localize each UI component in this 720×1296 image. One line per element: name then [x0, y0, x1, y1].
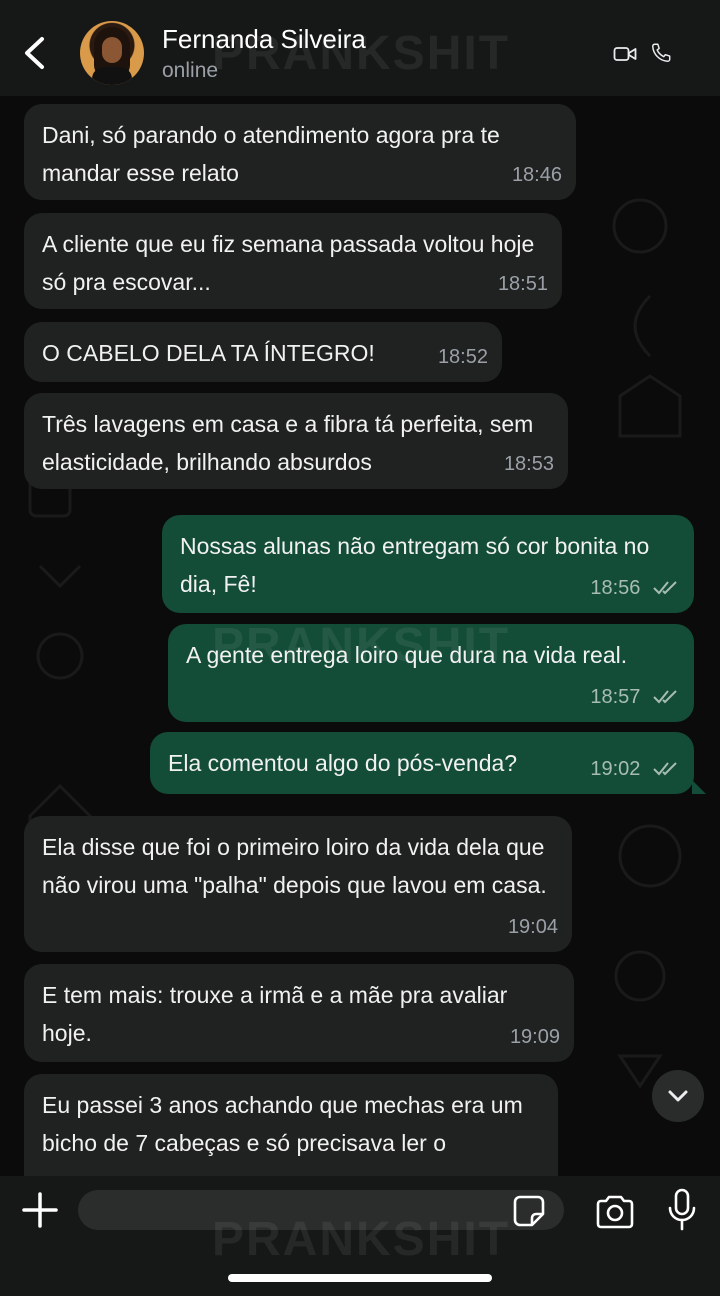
bubble-tail	[692, 780, 706, 794]
message-time: 18:56	[590, 577, 641, 599]
message-bubble-incoming[interactable]: O CABELO DELA TA ÍNTEGRO! 18:52	[24, 322, 502, 382]
avatar[interactable]	[80, 21, 144, 85]
message-text: O CABELO DELA TA ÍNTEGRO!	[42, 340, 375, 366]
message-text: Eu passei 3 anos achando que mechas era …	[42, 1092, 523, 1156]
message-text: A gente entrega loiro que dura na vida r…	[186, 642, 628, 668]
video-call-icon[interactable]	[613, 45, 637, 63]
double-check-icon	[653, 690, 677, 704]
message-time: 18:52	[437, 346, 488, 368]
message-time: 19:04	[507, 916, 558, 938]
message-bubble-incoming[interactable]: Ela disse que foi o primeiro loiro da vi…	[24, 816, 572, 952]
phone-icon[interactable]	[650, 42, 672, 64]
message-text: Ela disse que foi o primeiro loiro da vi…	[42, 834, 547, 898]
contact-status: online	[162, 59, 219, 82]
message-bubble-incoming[interactable]: Três lavagens em casa e a fibra tá perfe…	[24, 393, 568, 489]
message-time: 18:57	[590, 686, 641, 708]
message-time: 19:02	[590, 758, 641, 780]
double-check-icon	[653, 762, 677, 776]
message-text: E tem mais: trouxe a irmã e a mãe pra av…	[42, 982, 508, 1046]
contact-name[interactable]: Fernanda Silveira	[162, 24, 366, 55]
message-time: 19:09	[509, 1026, 560, 1048]
message-bubble-incoming[interactable]: Eu passei 3 anos achando que mechas era …	[24, 1074, 558, 1176]
plus-icon[interactable]	[22, 1192, 58, 1228]
message-time: 18:51	[497, 273, 548, 295]
message-text: Dani, só parando o atendimento agora pra…	[42, 122, 500, 186]
message-bubble-outgoing[interactable]: Nossas alunas não entregam só cor bonita…	[162, 515, 694, 613]
message-text: Três lavagens em casa e a fibra tá perfe…	[42, 411, 534, 475]
camera-icon[interactable]	[594, 1194, 636, 1230]
message-time-status: 18:57	[590, 678, 680, 716]
message-list[interactable]: Dani, só parando o atendimento agora pra…	[0, 96, 720, 1176]
chevron-down-icon	[668, 1090, 688, 1102]
message-text: A cliente que eu fiz semana passada volt…	[42, 231, 535, 295]
home-indicator[interactable]	[228, 1274, 492, 1282]
message-time: 18:53	[503, 453, 554, 475]
scroll-to-bottom-button[interactable]	[652, 1070, 704, 1122]
message-bubble-outgoing[interactable]: Ela comentou algo do pós-venda? 19:02	[150, 732, 706, 794]
message-bubble-incoming[interactable]: Dani, só parando o atendimento agora pra…	[24, 104, 576, 200]
sticker-icon[interactable]	[512, 1194, 546, 1228]
message-bubble-outgoing[interactable]: A gente entrega loiro que dura na vida r…	[168, 624, 694, 722]
back-arrow-icon[interactable]	[22, 36, 48, 70]
message-input[interactable]	[78, 1190, 564, 1230]
composer-bar	[0, 1176, 720, 1296]
double-check-icon	[653, 581, 677, 595]
message-time-status: 19:02	[590, 750, 680, 788]
message-time: 18:46	[511, 164, 562, 186]
message-bubble-incoming[interactable]: A cliente que eu fiz semana passada volt…	[24, 213, 562, 309]
chat-header: Fernanda Silveira online	[0, 0, 720, 96]
avatar-body	[92, 67, 132, 85]
microphone-icon[interactable]	[666, 1188, 698, 1232]
message-bubble-incoming[interactable]: E tem mais: trouxe a irmã e a mãe pra av…	[24, 964, 574, 1062]
message-time-status: 18:56	[590, 569, 680, 607]
avatar-face	[102, 37, 122, 63]
